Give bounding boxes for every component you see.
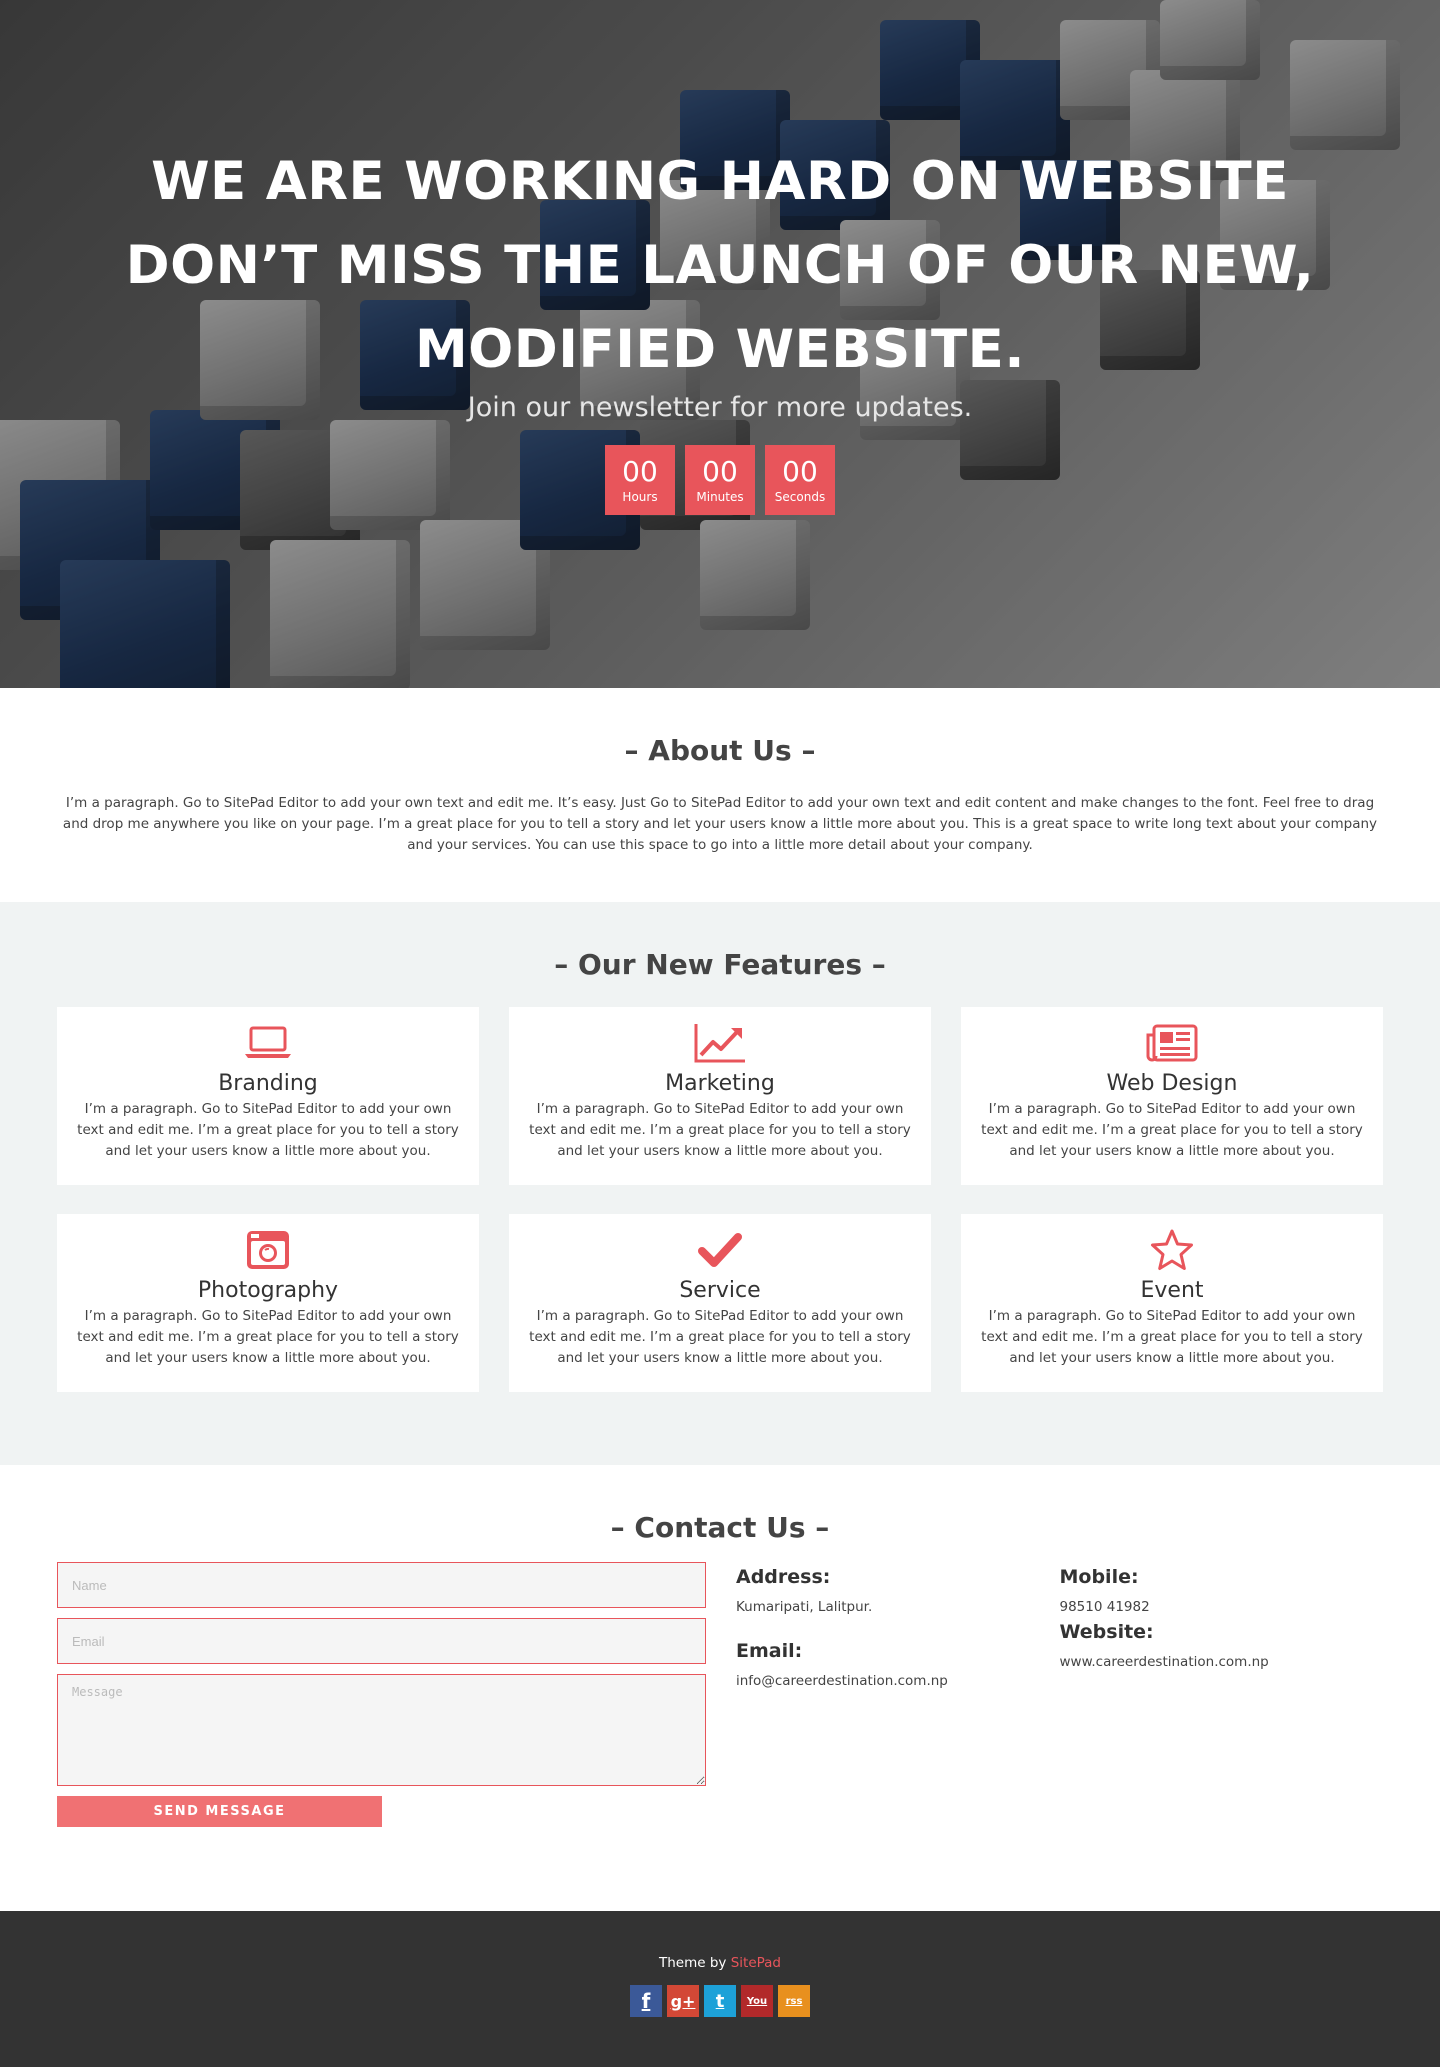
hero-section: WE ARE WORKING HARD ON WEBSITE DON’T MIS… xyxy=(0,0,1440,688)
check-icon xyxy=(509,1228,931,1272)
website-value: www.careerdestination.com.np xyxy=(1059,1654,1269,1670)
feature-card-event: Event I’m a paragraph. Go to SitePad Edi… xyxy=(961,1214,1383,1392)
sitepad-link[interactable]: SitePad xyxy=(731,1955,781,1971)
hero-subtitle: Join our newsletter for more updates. xyxy=(467,392,973,423)
countdown-hours-value: 00 xyxy=(622,454,658,488)
feature-name: Photography xyxy=(197,1278,339,1303)
youtube-icon[interactable]: You xyxy=(741,1985,773,2017)
send-message-button[interactable]: SEND MESSAGE xyxy=(57,1796,382,1827)
contact-info-left: Address: Kumaripati, Lalitpur. Email: in… xyxy=(736,1562,1060,1827)
feature-text: I’m a paragraph. Go to SitePad Editor to… xyxy=(981,1308,1363,1366)
features-section: – Our New Features – Branding I’m a para… xyxy=(0,902,1440,1465)
hero-title: WE ARE WORKING HARD ON WEBSITE DON’T MIS… xyxy=(0,140,1440,392)
countdown-hours-label: Hours xyxy=(622,489,658,504)
newspaper-icon xyxy=(961,1021,1383,1065)
feature-name: Web Design xyxy=(1106,1071,1238,1096)
countdown-seconds: 00 Seconds xyxy=(765,445,835,515)
countdown-seconds-label: Seconds xyxy=(774,489,826,504)
feature-text: I’m a paragraph. Go to SitePad Editor to… xyxy=(981,1101,1363,1159)
feature-text: I’m a paragraph. Go to SitePad Editor to… xyxy=(529,1101,911,1159)
footer: Theme by SitePad f g+ t You rss xyxy=(0,1911,1440,2067)
feature-card-web-design: Web Design I’m a paragraph. Go to SitePa… xyxy=(961,1007,1383,1185)
countdown-seconds-value: 00 xyxy=(782,454,818,488)
line-chart-icon xyxy=(509,1021,931,1065)
email-input[interactable] xyxy=(57,1618,706,1664)
features-grid: Branding I’m a paragraph. Go to SitePad … xyxy=(57,1007,1383,1392)
mobile-value: 98510 41982 xyxy=(1059,1599,1150,1615)
about-title: – About Us – xyxy=(624,734,816,767)
contact-section: – Contact Us – SEND MESSAGE Address: Kum… xyxy=(0,1465,1440,1911)
feature-text: I’m a paragraph. Go to SitePad Editor to… xyxy=(529,1308,911,1366)
name-input[interactable] xyxy=(57,1562,706,1608)
mobile-label: Mobile: xyxy=(1059,1566,1139,1588)
camera-icon xyxy=(57,1228,479,1272)
contact-title: – Contact Us – xyxy=(610,1511,830,1544)
social-links: f g+ t You rss xyxy=(0,1985,1440,2017)
feature-name: Service xyxy=(679,1278,761,1303)
hero-content: WE ARE WORKING HARD ON WEBSITE DON’T MIS… xyxy=(0,140,1440,515)
rss-icon[interactable]: rss xyxy=(778,1985,810,2017)
email-value: info@careerdestination.com.np xyxy=(736,1673,948,1689)
countdown-minutes: 00 Minutes xyxy=(685,445,755,515)
star-icon xyxy=(961,1228,1383,1272)
countdown-hours: 00 Hours xyxy=(605,445,675,515)
countdown-minutes-value: 00 xyxy=(702,454,738,488)
hero-title-line-1: WE ARE WORKING HARD ON WEBSITE xyxy=(151,151,1289,212)
hero-title-line-3: MODIFIED WEBSITE. xyxy=(414,319,1026,380)
website-label: Website: xyxy=(1059,1621,1154,1643)
feature-name: Marketing xyxy=(665,1071,775,1096)
address-value: Kumaripati, Lalitpur. xyxy=(736,1599,873,1615)
hero-title-line-2: DON’T MISS THE LAUNCH OF OUR NEW, xyxy=(125,235,1315,296)
facebook-icon[interactable]: f xyxy=(630,1985,662,2017)
about-section: – About Us – I’m a paragraph. Go to Site… xyxy=(0,688,1440,902)
feature-card-branding: Branding I’m a paragraph. Go to SitePad … xyxy=(57,1007,479,1185)
message-input[interactable] xyxy=(57,1674,706,1786)
contact-info-right: Mobile: 98510 41982 Website: www.careerd… xyxy=(1060,1562,1384,1827)
laptop-icon xyxy=(57,1021,479,1065)
feature-card-photography: Photography I’m a paragraph. Go to SiteP… xyxy=(57,1214,479,1392)
countdown-minutes-label: Minutes xyxy=(696,489,744,504)
footer-credit-prefix: Theme by xyxy=(658,1955,727,1971)
feature-card-marketing: Marketing I’m a paragraph. Go to SitePad… xyxy=(509,1007,931,1185)
contact-form: SEND MESSAGE xyxy=(57,1562,706,1827)
features-title: – Our New Features – xyxy=(554,948,886,981)
feature-text: I’m a paragraph. Go to SitePad Editor to… xyxy=(77,1308,459,1366)
twitter-icon[interactable]: t xyxy=(704,1985,736,2017)
feature-name: Event xyxy=(1140,1278,1204,1303)
feature-text: I’m a paragraph. Go to SitePad Editor to… xyxy=(77,1101,459,1159)
feature-name: Branding xyxy=(218,1071,318,1096)
address-label: Address: xyxy=(736,1566,831,1588)
google-plus-icon[interactable]: g+ xyxy=(667,1985,699,2017)
contact-grid: SEND MESSAGE Address: Kumaripati, Lalitp… xyxy=(57,1562,1383,1827)
feature-card-service: Service I’m a paragraph. Go to SitePad E… xyxy=(509,1214,931,1392)
about-text: I’m a paragraph. Go to SitePad Editor to… xyxy=(62,795,1378,853)
email-label: Email: xyxy=(736,1640,803,1662)
footer-credit: Theme by SitePad xyxy=(0,1955,1440,1971)
countdown-timer: 00 Hours 00 Minutes 00 Seconds xyxy=(0,445,1440,515)
